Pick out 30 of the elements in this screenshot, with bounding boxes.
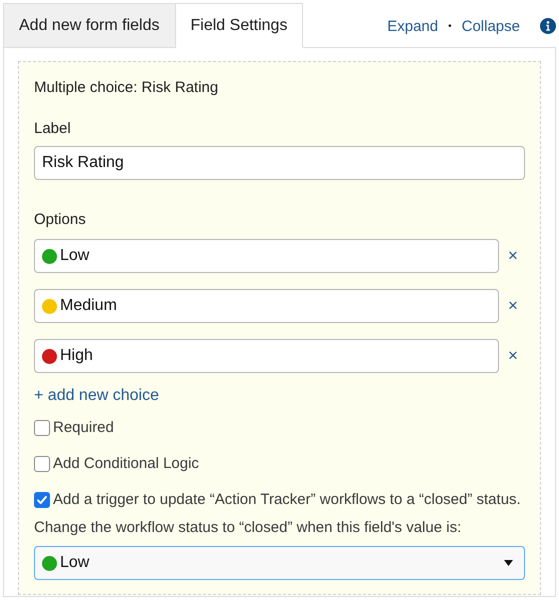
checkbox[interactable] xyxy=(34,456,50,472)
field-title: Multiple choice: Risk Rating xyxy=(34,78,220,98)
option-value: Low xyxy=(60,247,90,265)
remove-button[interactable]: × xyxy=(507,296,519,316)
option-value: Medium xyxy=(60,297,117,315)
select-label: Change the workflow status to “closed” when this field's value is: xyxy=(34,518,462,538)
checkbox-label: Add Conditional Logic xyxy=(53,454,199,474)
option-value: High xyxy=(60,347,93,365)
expand-link[interactable]: Expand xyxy=(387,18,438,34)
collapse-link[interactable]: Collapse xyxy=(462,18,520,34)
tab[interactable]: Field Settings xyxy=(176,3,304,48)
checkbox[interactable] xyxy=(34,492,50,508)
info-icon[interactable] xyxy=(540,18,556,34)
options-label: Options xyxy=(34,210,87,230)
remove-button[interactable]: × xyxy=(507,246,519,266)
option-field[interactable]: Medium xyxy=(34,289,499,323)
checkbox-label: Required xyxy=(53,418,114,438)
caret-icon xyxy=(504,560,513,566)
label-field[interactable]: Risk Rating xyxy=(34,146,525,180)
status-select[interactable]: Low xyxy=(34,546,525,580)
tab[interactable]: Add new form fields xyxy=(3,3,176,48)
remove-button[interactable]: × xyxy=(507,346,519,366)
option-field[interactable]: Low xyxy=(34,239,499,273)
add-choice-link[interactable]: + add new choice xyxy=(34,386,159,406)
checkbox-label: Add a trigger to update “Action Tracker” workflows to a “closed” status. xyxy=(53,490,521,510)
checkbox[interactable] xyxy=(34,420,50,436)
option-field[interactable]: High xyxy=(34,339,499,373)
field-label: Label xyxy=(34,119,72,139)
separator-dot: • xyxy=(448,20,452,32)
select-value: Low xyxy=(60,554,90,572)
